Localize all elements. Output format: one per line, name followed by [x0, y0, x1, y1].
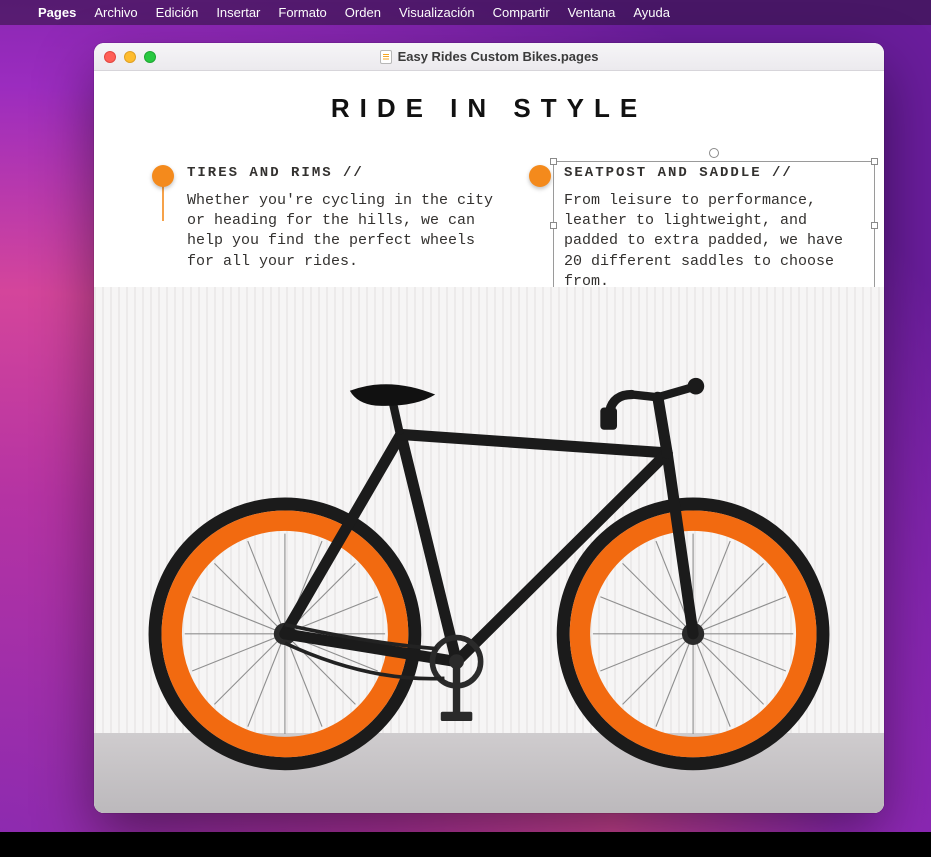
menu-formato[interactable]: Formato: [278, 5, 326, 20]
callout-bullet-tires[interactable]: [152, 165, 174, 187]
callout-tires-text[interactable]: TIRES AND RIMS // Whether you're cycling…: [187, 164, 507, 272]
window-title: Easy Rides Custom Bikes.pages: [94, 49, 884, 64]
callout-tires-body: Whether you're cycling in the city or he…: [187, 191, 507, 272]
resize-handle-mid-left[interactable]: [550, 222, 557, 229]
menu-ventana[interactable]: Ventana: [568, 5, 616, 20]
bicycle-image[interactable]: [94, 287, 884, 813]
document-canvas[interactable]: RIDE IN STYLE TIRES AND RIMS // Whether …: [94, 71, 884, 813]
resize-handle-mid-right[interactable]: [871, 222, 878, 229]
menu-edicion[interactable]: Edición: [156, 5, 199, 20]
callout-tires-title: TIRES AND RIMS //: [187, 164, 507, 183]
window-titlebar[interactable]: Easy Rides Custom Bikes.pages: [94, 43, 884, 71]
app-menu[interactable]: Pages: [38, 5, 76, 20]
menu-ayuda[interactable]: Ayuda: [633, 5, 670, 20]
menubar: Pages Archivo Edición Insertar Formato O…: [0, 0, 931, 25]
document-icon: [380, 50, 392, 64]
selected-textbox-frame[interactable]: [553, 161, 875, 291]
window-title-text: Easy Rides Custom Bikes.pages: [398, 49, 599, 64]
resize-handle-top-left[interactable]: [550, 158, 557, 165]
menu-compartir[interactable]: Compartir: [493, 5, 550, 20]
callout-bullet-saddle[interactable]: [529, 165, 551, 187]
rotate-handle[interactable]: [709, 148, 719, 158]
bicycle-illustration: [106, 337, 872, 773]
menu-archivo[interactable]: Archivo: [94, 5, 137, 20]
page-title[interactable]: RIDE IN STYLE: [94, 93, 884, 124]
menu-visualizacion[interactable]: Visualización: [399, 5, 475, 20]
pages-window: Easy Rides Custom Bikes.pages RIDE IN ST…: [94, 43, 884, 813]
menu-orden[interactable]: Orden: [345, 5, 381, 20]
desktop-background: Pages Archivo Edición Insertar Formato O…: [0, 0, 931, 857]
menu-insertar[interactable]: Insertar: [216, 5, 260, 20]
resize-handle-top-right[interactable]: [871, 158, 878, 165]
